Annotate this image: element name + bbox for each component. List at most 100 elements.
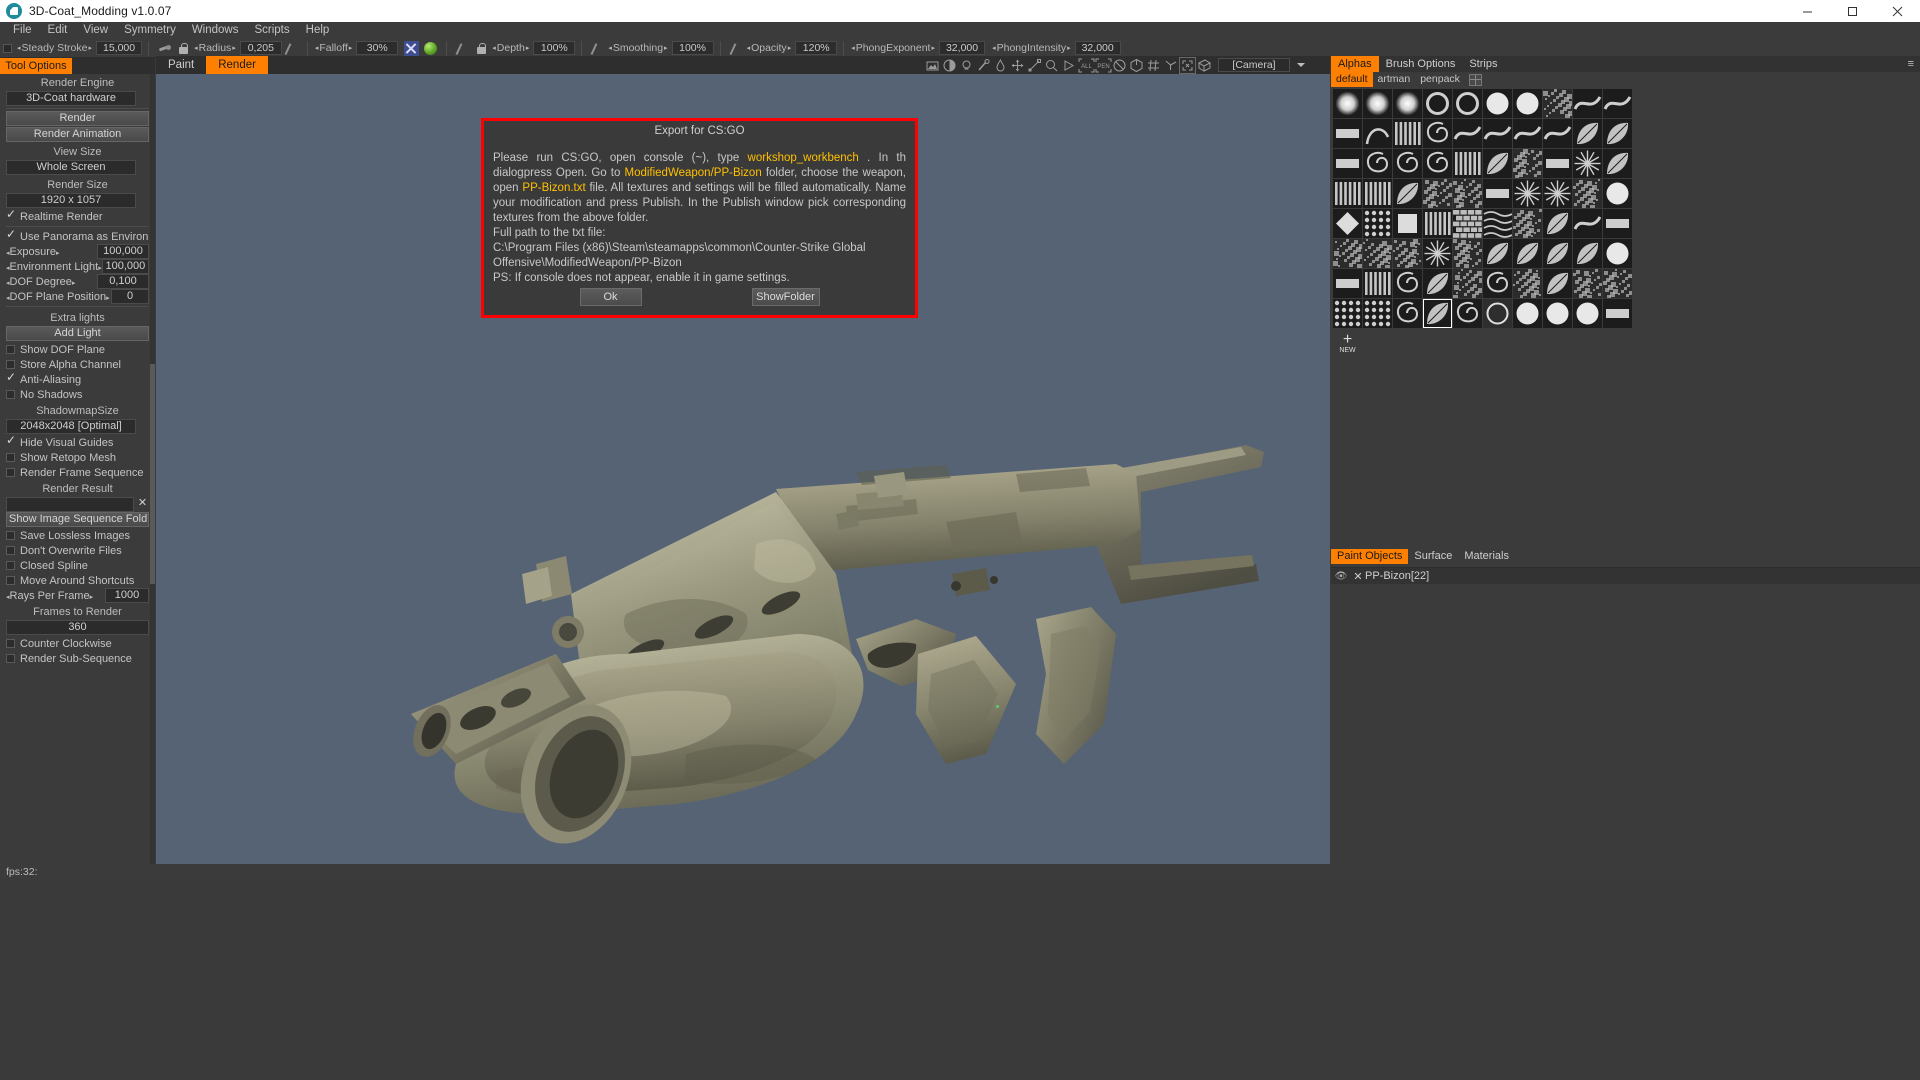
alpha-swatch[interactable] [1543,209,1572,238]
show-folder-button[interactable]: ShowFolder [752,288,820,306]
environment-light-slider[interactable]: ◂Environment Light▸ 100,000 [6,259,149,274]
alpha-swatch[interactable] [1453,209,1482,238]
alpha-swatch[interactable] [1333,119,1362,148]
alpha-swatch[interactable] [1393,269,1422,298]
alpha-swatch[interactable] [1483,179,1512,208]
alpha-swatch[interactable] [1393,299,1422,328]
table-row[interactable]: 👁 ✕ PP-Bizon[22] [1331,567,1920,584]
alpha-swatch[interactable] [1603,239,1632,268]
show-retopo-mesh-checkbox[interactable]: Show Retopo Mesh [6,450,149,465]
alpha-swatch[interactable] [1573,119,1602,148]
show-image-sequence-folder-button[interactable]: Show Image Sequence Fold [6,512,149,527]
hide-visual-guides-checkbox[interactable]: Hide Visual Guides [6,435,149,450]
tab-brush-options[interactable]: Brush Options [1379,56,1463,72]
alpha-swatch[interactable] [1513,269,1542,298]
depth-value[interactable]: 100% [533,41,575,55]
material-sphere-icon[interactable] [424,42,437,55]
render-animation-button[interactable]: Render Animation [6,127,149,142]
use-panorama-checkbox[interactable]: Use Panorama as Environ [6,229,149,244]
right-arrow-icon[interactable]: ▸ [90,594,94,601]
alpha-swatch[interactable] [1423,119,1452,148]
alpha-swatch[interactable] [1393,209,1422,238]
counter-clockwise-checkbox[interactable]: Counter Clockwise [6,636,149,651]
left-panel-scrollbar[interactable] [150,74,155,864]
phong-intensity-value[interactable]: 32,000 [1075,41,1121,55]
depth-lock-icon[interactable] [474,41,489,56]
tab-paint[interactable]: Paint [156,56,206,74]
alpha-swatch[interactable] [1573,209,1602,238]
right-arrow-icon[interactable]: ▸ [106,295,110,302]
alpha-swatch[interactable] [1543,179,1572,208]
flame-icon[interactable] [993,58,1008,73]
alpha-swatch[interactable] [1363,299,1392,328]
closed-spline-checkbox[interactable]: Closed Spline [6,558,149,573]
show-dof-plane-checkbox[interactable]: Show DOF Plane [6,342,149,357]
tab-materials[interactable]: Materials [1458,549,1515,564]
menu-symmetry[interactable]: Symmetry [116,22,184,39]
radius-right-arrow[interactable]: ▸ [231,44,237,52]
dof-plane-position-slider[interactable]: ◂DOF Plane Position▸ 0 [6,289,149,304]
subtab-penpack[interactable]: penpack [1415,72,1465,87]
alpha-swatch[interactable] [1363,269,1392,298]
pen-pressure-icon[interactable] [284,41,299,56]
alpha-swatch[interactable] [1363,149,1392,178]
alpha-swatch[interactable] [1333,239,1362,268]
steady-stroke-value[interactable]: 15,000 [96,41,142,55]
ok-button[interactable]: Ok [580,288,642,306]
tab-alphas[interactable]: Alphas [1331,56,1379,72]
phong-exponent-group[interactable]: ◂ PhongExponent ▸ 32,000 [847,39,988,58]
dof-degree-value[interactable]: 0,100 [97,274,149,289]
alpha-swatch[interactable] [1333,179,1362,208]
alpha-swatch[interactable] [1423,149,1452,178]
alpha-swatch[interactable] [1543,119,1572,148]
rays-per-frame-slider[interactable]: ◂Rays Per Frame▸ 1000 [6,588,149,603]
radius-value[interactable]: 0,205 [240,41,282,55]
alpha-swatch[interactable] [1453,89,1482,118]
alpha-swatch[interactable] [1603,149,1632,178]
alpha-swatch[interactable] [1393,119,1422,148]
menu-windows[interactable]: Windows [184,22,247,39]
render-result-input[interactable] [6,497,134,512]
radius-group[interactable]: ◂ Radius ▸ 0,205 [152,39,304,58]
alpha-swatch[interactable] [1333,89,1362,118]
environment-light-value[interactable]: 100,000 [102,259,149,274]
no-shadows-checkbox[interactable]: No Shadows [6,387,149,402]
alpha-swatch[interactable] [1483,209,1512,238]
phong-intensity-right-arrow[interactable]: ▸ [1066,44,1072,52]
falloff-right-arrow[interactable]: ▸ [348,44,354,52]
depth-right-arrow[interactable]: ▸ [525,44,531,52]
alpha-swatch[interactable] [1423,179,1452,208]
frames-to-render-input[interactable]: 360 [6,620,149,635]
phong-intensity-group[interactable]: ◂ PhongIntensity ▸ 32,000 [988,39,1124,58]
hamburger-icon[interactable]: ≡ [1908,56,1920,72]
no-symmetry-icon[interactable] [1112,58,1127,73]
shading-icon[interactable] [942,58,957,73]
scrollbar-thumb[interactable] [150,364,155,584]
clear-render-result-icon[interactable]: ✕ [136,497,149,512]
alpha-swatch[interactable] [1363,119,1392,148]
alpha-swatch[interactable] [1543,239,1572,268]
alpha-swatch[interactable] [1543,299,1572,328]
alpha-swatch[interactable] [1453,269,1482,298]
steady-stroke-group[interactable]: ◂ Steady Stroke ▸ 15,000 [0,39,145,58]
menu-file[interactable]: File [5,22,40,39]
maximize-button[interactable] [1830,0,1875,22]
dont-overwrite-files-checkbox[interactable]: Don't Overwrite Files [6,543,149,558]
alpha-swatch[interactable] [1423,239,1452,268]
grid-icon[interactable] [1146,58,1161,73]
opacity-group[interactable]: ◂ Opacity ▸ 120% [724,39,841,58]
menu-scripts[interactable]: Scripts [246,22,297,39]
eye-icon[interactable]: 👁 [1331,571,1351,582]
menu-help[interactable]: Help [298,22,338,39]
all-selection-icon[interactable]: ALL [1078,58,1093,73]
tab-surface[interactable]: Surface [1408,549,1458,564]
alpha-swatch[interactable] [1423,209,1452,238]
brush-icon[interactable] [157,41,172,56]
new-alpha-button[interactable]: +NEW [1333,329,1362,358]
minimize-button[interactable] [1785,0,1830,22]
alpha-swatch[interactable] [1393,239,1422,268]
steady-stroke-right-arrow[interactable]: ▸ [87,44,93,52]
grid-view-icon[interactable] [1469,74,1482,86]
alpha-swatch[interactable] [1333,299,1362,328]
anti-aliasing-checkbox[interactable]: Anti-Aliasing [6,372,149,387]
